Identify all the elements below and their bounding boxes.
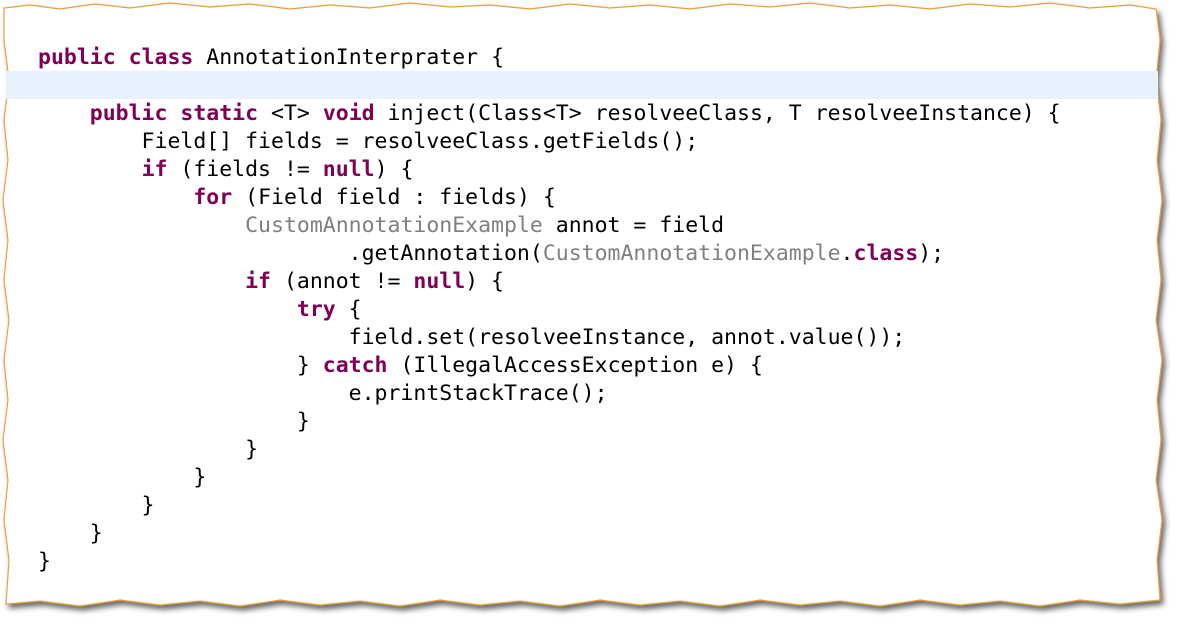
code-line: e.printStackTrace();: [38, 380, 1061, 408]
code-keyword: static: [180, 101, 259, 126]
code-text: }: [38, 521, 103, 546]
code-line: public class AnnotationInterprater {: [38, 44, 1061, 72]
code-line: if (fields != null) {: [38, 156, 1061, 184]
code-line: .getAnnotation(CustomAnnotationExample.c…: [38, 240, 1061, 268]
code-text: (Field field : fields) {: [232, 185, 556, 210]
code-text: (IllegalAccessException e) {: [387, 353, 763, 378]
code-text: AnnotationInterprater {: [193, 45, 505, 70]
code-line: field.set(resolveeInstance, annot.value(…: [38, 324, 1061, 352]
code-type-reference: CustomAnnotationExample: [542, 241, 841, 266]
code-line: }: [38, 492, 1061, 520]
code-text: .: [840, 241, 854, 266]
code-text: }: [38, 465, 207, 490]
code-keyword: try: [296, 297, 336, 322]
code-text: );: [918, 241, 945, 266]
code-keyword: public: [89, 101, 168, 126]
code-text: (annot !=: [271, 269, 414, 294]
code-line: }: [38, 436, 1061, 464]
code-text: ) {: [465, 269, 505, 294]
code-text: field.set(resolveeInstance, annot.value(…: [38, 325, 906, 350]
code-line: if (annot != null) {: [38, 268, 1061, 296]
code-text: Field[] fields = resolveeClass.getFields…: [38, 129, 699, 154]
code-keyword: if: [141, 157, 168, 182]
screenshot-frame: public class AnnotationInterprater { pub…: [0, 0, 1177, 628]
code-keyword: for: [193, 185, 233, 210]
code-line: Field[] fields = resolveeClass.getFields…: [38, 128, 1061, 156]
code-line: try {: [38, 296, 1061, 324]
code-text: }: [38, 353, 323, 378]
code-text: annot = field: [542, 213, 725, 238]
code-keyword: if: [245, 269, 271, 294]
code-keyword: void: [322, 101, 375, 126]
code-line: CustomAnnotationExample annot = field: [38, 212, 1061, 240]
code-text: (fields !=: [167, 157, 323, 182]
code-keyword: class: [853, 241, 919, 266]
code-keyword: catch: [322, 353, 388, 378]
code-line: public static <T> void inject(Class<T> r…: [38, 100, 1061, 128]
code-editor[interactable]: public class AnnotationInterprater { pub…: [6, 8, 1158, 604]
code-line: for (Field field : fields) {: [38, 184, 1061, 212]
code-keyword: class: [128, 45, 194, 70]
code-keyword: public: [38, 45, 116, 70]
code-text: e.printStackTrace();: [38, 381, 608, 406]
code-keyword: null: [322, 157, 375, 182]
code-block: public class AnnotationInterprater { pub…: [38, 44, 1061, 576]
code-line: }: [38, 520, 1061, 548]
code-text: inject(Class<T> resolveeClass, T resolve…: [374, 101, 1061, 126]
code-text: }: [38, 549, 51, 574]
code-keyword: null: [413, 269, 466, 294]
code-line: }: [38, 464, 1061, 492]
code-line: }: [38, 548, 1061, 576]
code-text: <T>: [258, 101, 323, 126]
code-text: }: [38, 493, 155, 518]
code-line: }: [38, 408, 1061, 436]
code-text: {: [335, 297, 362, 322]
code-text: }: [38, 409, 310, 434]
code-text: ) {: [374, 157, 414, 182]
code-type-reference: CustomAnnotationExample: [245, 213, 543, 238]
code-line: } catch (IllegalAccessException e) {: [38, 352, 1061, 380]
code-text: .getAnnotation(: [38, 241, 543, 266]
code-text: }: [38, 437, 259, 462]
